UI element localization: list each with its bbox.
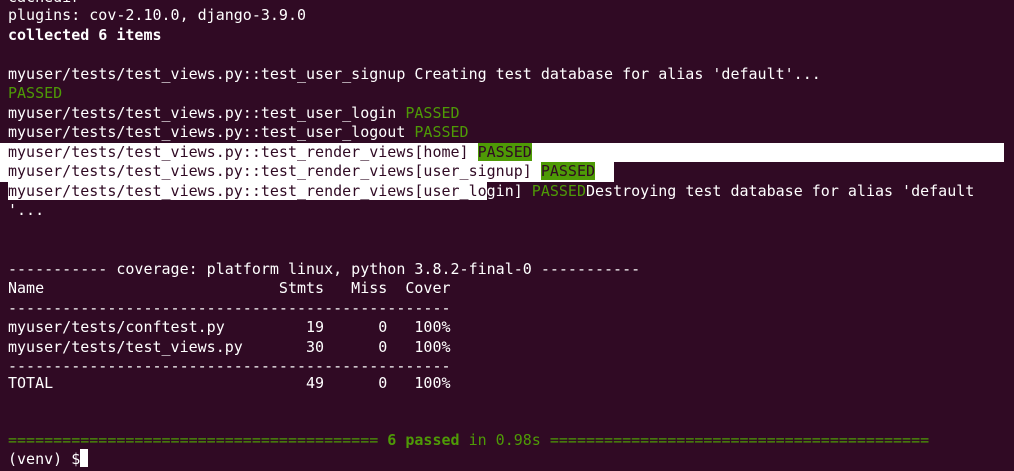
test-render-signup-line: myuser/tests/test_views.py::test_render_… bbox=[8, 162, 596, 180]
coverage-separator: ----------------------------------------… bbox=[8, 298, 451, 317]
passed-status: PASSED bbox=[405, 103, 460, 122]
collected-line: collected 6 items bbox=[8, 25, 162, 44]
test-render-home-line: myuser/tests/test_views.py::test_render_… bbox=[8, 142, 532, 161]
passed-status: PASSED bbox=[477, 142, 532, 161]
shell-prompt[interactable]: (venv) $ bbox=[8, 449, 89, 469]
coverage-columns: Name Stmts Miss Cover bbox=[8, 279, 451, 297]
wrapped-continuation-line: '... bbox=[8, 201, 45, 219]
passed-status: PASSED bbox=[540, 162, 596, 180]
plugins-line: plugins: cov-2.10.0, django-3.9.0 bbox=[8, 6, 307, 24]
passed-status: PASSED bbox=[531, 181, 586, 200]
coverage-row-conftest: myuser/tests/conftest.py 19 0 100% bbox=[8, 318, 451, 336]
test-login-line: myuser/tests/test_views.py::test_user_lo… bbox=[8, 103, 460, 122]
coverage-total: TOTAL 49 0 100% bbox=[8, 374, 451, 392]
selected-text: myuser/tests/test_views.py::test_render_… bbox=[8, 181, 487, 200]
test-logout-line: myuser/tests/test_views.py::test_user_lo… bbox=[8, 123, 469, 141]
coverage-header: ----------- coverage: platform linux, py… bbox=[8, 259, 641, 278]
passed-status: PASSED bbox=[414, 123, 469, 141]
terminal-window[interactable]: cachedir plugins: cov-2.10.0, django-3.9… bbox=[0, 0, 1014, 471]
test-render-login-line: myuser/tests/test_views.py::test_render_… bbox=[8, 181, 975, 200]
test-signup-result: PASSED bbox=[8, 84, 63, 102]
passed-count: 6 passed bbox=[387, 431, 460, 449]
coverage-row-test-views: myuser/tests/test_views.py 30 0 100% bbox=[8, 337, 451, 356]
text-cursor bbox=[80, 449, 89, 467]
test-signup-line: myuser/tests/test_views.py::test_user_si… bbox=[8, 64, 821, 83]
summary-line: ========================================… bbox=[8, 431, 930, 449]
